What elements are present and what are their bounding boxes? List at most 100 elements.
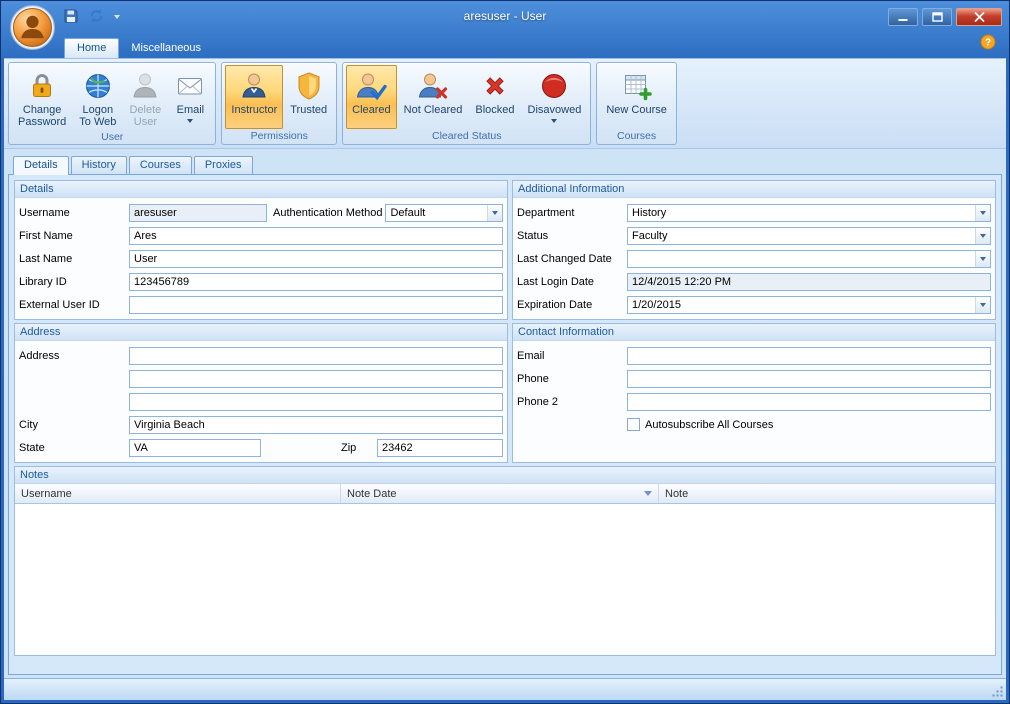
username-label: Username xyxy=(19,207,129,219)
address-label: Address xyxy=(19,350,129,362)
instructor-button[interactable]: Instructor xyxy=(225,65,283,129)
zip-input[interactable] xyxy=(377,439,503,457)
window-controls xyxy=(888,8,1006,26)
email-input[interactable] xyxy=(627,347,991,365)
titlebar: aresuser - User xyxy=(4,4,1006,30)
notes-table-body[interactable] xyxy=(15,504,995,655)
app-menu-button[interactable] xyxy=(10,5,55,50)
save-icon xyxy=(63,8,79,27)
auth-method-input[interactable] xyxy=(386,205,487,221)
dropdown-arrow-icon[interactable] xyxy=(975,251,990,267)
user-avatar-icon xyxy=(10,41,55,53)
quick-access-toolbar xyxy=(60,4,123,30)
resize-grip[interactable] xyxy=(991,685,1004,698)
department-label: Department xyxy=(517,207,627,219)
groupbox-address: Address Address xyxy=(14,323,508,463)
last-login-date-input[interactable] xyxy=(627,273,991,291)
autosubscribe-checkbox[interactable] xyxy=(627,418,640,431)
disavowed-button[interactable]: Disavowed xyxy=(522,65,588,129)
logon-to-web-button[interactable]: LogonTo Web xyxy=(73,65,122,130)
groupbox-additional-header: Additional Information xyxy=(513,181,995,198)
notes-table-header: Username Note Date Note xyxy=(15,484,995,504)
svg-text:?: ? xyxy=(985,38,991,49)
status-input[interactable] xyxy=(628,228,975,244)
first-name-label: First Name xyxy=(19,230,129,242)
address-line2-input[interactable] xyxy=(129,370,503,388)
tab-proxies[interactable]: Proxies xyxy=(194,156,253,174)
ribbon-group-cleared-status: Cleared Not Cleared Blocked Disavowed xyxy=(342,62,591,145)
notes-column-username[interactable]: Username xyxy=(15,484,341,503)
department-input[interactable] xyxy=(628,205,975,221)
last-changed-date-input[interactable] xyxy=(628,251,975,267)
address-line1-input[interactable] xyxy=(129,347,503,365)
maximize-button[interactable] xyxy=(922,8,952,26)
phone-label: Phone xyxy=(517,373,627,385)
sort-indicator-icon xyxy=(644,491,652,496)
user-gray-icon xyxy=(129,70,161,102)
dropdown-caret-icon xyxy=(187,119,193,123)
notes-column-note-date[interactable]: Note Date xyxy=(341,484,659,503)
dropdown-arrow-icon[interactable] xyxy=(975,205,990,221)
library-id-input[interactable] xyxy=(129,273,503,291)
dropdown-arrow-icon[interactable] xyxy=(975,228,990,244)
last-name-label: Last Name xyxy=(19,253,129,265)
new-course-button[interactable]: New Course xyxy=(600,65,673,129)
help-button[interactable]: ? xyxy=(980,34,996,53)
globe-icon xyxy=(82,70,114,102)
status-label: Status xyxy=(517,230,627,242)
email-button[interactable]: Email xyxy=(168,65,212,130)
notes-column-note[interactable]: Note xyxy=(659,484,995,503)
expiration-date-label: Expiration Date xyxy=(517,299,627,311)
address-line3-input[interactable] xyxy=(129,393,503,411)
phone2-input[interactable] xyxy=(627,393,991,411)
zip-label: Zip xyxy=(341,442,356,454)
department-combo xyxy=(627,204,991,222)
client-area: ChangePassword LogonTo Web DeleteUser Em… xyxy=(4,58,1006,700)
groupbox-additional-information: Additional Information Department Status xyxy=(512,180,996,320)
username-input[interactable] xyxy=(129,204,267,222)
last-changed-date-label: Last Changed Date xyxy=(517,253,627,265)
ribbon-tab-home[interactable]: Home xyxy=(64,38,119,58)
ribbon-group-permissions: Instructor Trusted Permissions xyxy=(221,62,337,145)
auth-method-combo xyxy=(385,204,503,222)
phone-input[interactable] xyxy=(627,370,991,388)
details-panel: Details Username Authentication Method xyxy=(8,174,1002,675)
view-tabstrip: Details History Courses Proxies xyxy=(4,154,1006,174)
close-button[interactable] xyxy=(956,8,1002,26)
library-id-label: Library ID xyxy=(19,276,129,288)
expiration-date-input[interactable] xyxy=(628,297,975,313)
delete-user-button[interactable]: DeleteUser xyxy=(123,65,167,130)
refresh-button[interactable] xyxy=(85,6,108,29)
last-name-input[interactable] xyxy=(129,250,503,268)
trusted-button[interactable]: Trusted xyxy=(284,65,333,129)
city-input[interactable] xyxy=(129,416,503,434)
instructor-icon xyxy=(238,70,270,102)
state-input[interactable] xyxy=(129,439,261,457)
ribbon-tab-row: Home Miscellaneous ? xyxy=(4,30,1006,58)
quick-access-menu-button[interactable] xyxy=(111,13,123,21)
tab-details[interactable]: Details xyxy=(13,156,69,175)
lock-icon xyxy=(26,70,58,102)
not-cleared-button[interactable]: Not Cleared xyxy=(398,65,469,129)
ribbon-tab-miscellaneous[interactable]: Miscellaneous xyxy=(119,39,213,58)
ribbon-group-user: ChangePassword LogonTo Web DeleteUser Em… xyxy=(8,62,216,145)
tab-history[interactable]: History xyxy=(71,156,127,174)
expiration-date-combo xyxy=(627,296,991,314)
group-caption-cleared-status: Cleared Status xyxy=(343,129,590,144)
dropdown-arrow-icon[interactable] xyxy=(975,297,990,313)
status-combo xyxy=(627,227,991,245)
groupbox-contact-header: Contact Information xyxy=(513,324,995,341)
stop-icon xyxy=(538,70,570,102)
cleared-button[interactable]: Cleared xyxy=(346,65,397,129)
first-name-input[interactable] xyxy=(129,227,503,245)
save-button[interactable] xyxy=(60,6,82,29)
window: aresuser - User Home Miscellaneous ? Cha… xyxy=(0,0,1010,704)
table-plus-icon xyxy=(621,70,653,102)
change-password-button[interactable]: ChangePassword xyxy=(12,65,72,130)
minimize-button[interactable] xyxy=(888,8,918,26)
external-user-id-label: External User ID xyxy=(19,299,129,311)
blocked-button[interactable]: Blocked xyxy=(469,65,520,129)
external-user-id-input[interactable] xyxy=(129,296,503,314)
tab-courses[interactable]: Courses xyxy=(129,156,192,174)
dropdown-arrow-icon[interactable] xyxy=(487,205,502,221)
